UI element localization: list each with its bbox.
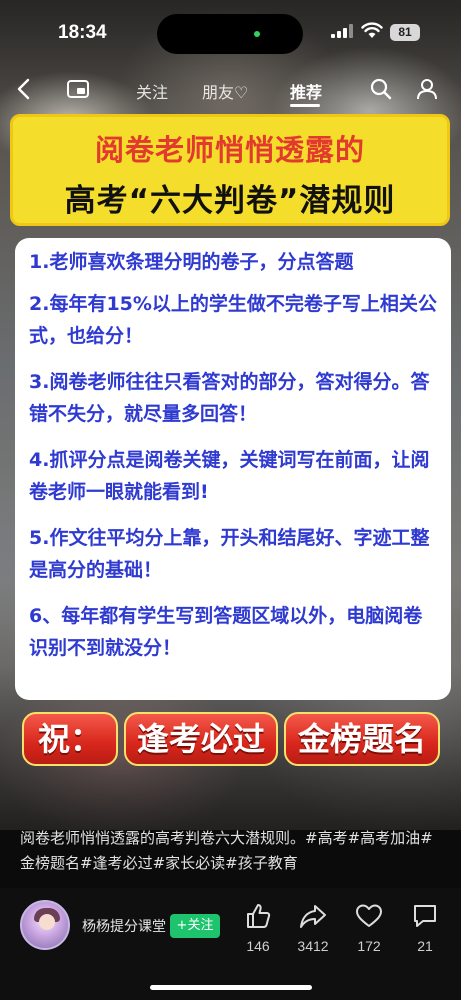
share-icon [300,905,326,928]
status-bar: 18:34 81 [0,0,461,60]
rule-item: 6、每年都有学生写到答题区域以外，电脑阅卷识别不到就没分！ [29,605,423,659]
top-nav: 关注 朋友♡ 推荐 [0,68,461,108]
bottom-action-bar: 杨杨提分课堂 +关注 146 3412 172 21 [0,888,461,1000]
share-action[interactable]: 3412 [288,902,338,954]
blessing-banner: 祝： 逢考必过 金榜题名 [22,712,440,770]
thumbs-up-icon [247,904,271,928]
active-tab-indicator [290,104,320,107]
like-count: 146 [246,938,270,954]
rule-item: 5.作文往平均分上靠，开头和结尾好、字迹工整是高分的基础！ [29,527,430,581]
cellular-signal-icon [331,24,353,38]
title-line-1: 阅卷老师悄悄透露的 [94,133,365,167]
rule-item: 4.抓评分点是阅卷关键，关键词写在前面，让阅卷老师一眼就能看到! [29,449,430,503]
mini-window-icon[interactable] [66,79,90,99]
search-icon[interactable] [370,78,392,100]
home-indicator[interactable] [150,985,312,990]
rules-card: 1.老师喜欢条理分明的卷子，分点答题 2.每年有15%以上的学生做不完卷子写上相… [15,238,451,700]
dynamic-island [157,14,303,54]
battery-indicator: 81 [390,24,420,41]
comment-count: 21 [417,938,433,954]
author-name[interactable]: 杨杨提分课堂 [82,916,168,936]
blessing-prefix: 祝： [22,712,118,766]
blessing-phrase-1: 逢考必过 [124,712,278,766]
heart-icon [356,904,382,927]
comment-icon [414,905,436,927]
tab-friends[interactable]: 朋友♡ [202,79,248,103]
avatar[interactable] [20,900,70,950]
rule-item: 1.老师喜欢条理分明的卷子，分点答题 [29,251,354,273]
rule-item: 3.阅卷老师往往只看答对的部分，答对得分。答错不失分，就尽量多回答！ [29,371,430,425]
like-action[interactable]: 146 [233,902,283,954]
status-time: 18:34 [58,22,107,43]
tab-recommended[interactable]: 推荐 [290,79,322,103]
post-caption[interactable]: 阅卷老师悄悄透露的高考判卷六大潜规则。#高考#高考加油#金榜题名#逢考必过#家长… [20,826,445,876]
title-banner: 阅卷老师悄悄透露的 高考“六大判卷”潜规则 [10,114,450,226]
blessing-phrase-2: 金榜题名 [284,712,440,766]
rule-item: 2.每年有15%以上的学生做不完卷子写上相关公式，也给分！ [29,293,437,347]
follow-button[interactable]: +关注 [170,914,220,938]
avatar-face-shape [39,914,55,930]
favorite-count: 172 [357,938,381,954]
comment-action[interactable]: 21 [400,902,450,954]
favorite-action[interactable]: 172 [344,902,394,954]
user-icon[interactable] [416,78,438,100]
back-icon[interactable] [16,78,32,100]
wifi-icon [361,22,383,38]
camera-indicator-icon [254,31,260,37]
share-count: 3412 [297,938,329,954]
tab-following[interactable]: 关注 [136,79,168,103]
title-line-2: 高考“六大判卷”潜规则 [64,183,396,219]
